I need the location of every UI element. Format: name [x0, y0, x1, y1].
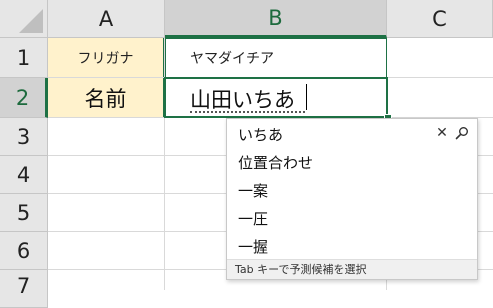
- cell-a2-text: 名前: [84, 86, 127, 111]
- row-header-6[interactable]: 6: [0, 232, 48, 270]
- ime-composition-text: 山田いちあ: [190, 88, 295, 112]
- select-all-triangle-icon: [19, 9, 43, 33]
- ime-composition-underline: [190, 111, 305, 113]
- row-header-3[interactable]: 3: [0, 118, 48, 156]
- column-header-a[interactable]: A: [48, 0, 165, 38]
- row-header-4[interactable]: 4: [0, 156, 48, 194]
- select-all-corner[interactable]: [0, 0, 48, 38]
- candidate-item[interactable]: 一圧: [238, 207, 268, 231]
- candidate-item[interactable]: いちあ: [238, 123, 283, 147]
- row-header-7[interactable]: 7: [0, 270, 48, 308]
- candidate-item[interactable]: 一案: [238, 179, 268, 203]
- cell-b1-text: ヤマダイチア: [190, 51, 274, 67]
- row-header-2[interactable]: 2: [0, 78, 48, 118]
- cell-a1[interactable]: フリガナ: [48, 38, 164, 77]
- row-header-5[interactable]: 5: [0, 194, 48, 232]
- popup-icon-group: ✕: [435, 125, 469, 141]
- cell-a1-text: フリガナ: [77, 50, 134, 67]
- candidate-item[interactable]: 位置合わせ: [238, 151, 313, 175]
- cell-a2[interactable]: 名前: [48, 78, 164, 117]
- spreadsheet: A B C 1 2 3 4 5 6 7 フリガナ 名前 ヤマダイチア 山田いちあ…: [0, 0, 493, 308]
- text-cursor: [306, 84, 307, 110]
- column-header-b[interactable]: B: [165, 0, 387, 38]
- close-icon[interactable]: ✕: [435, 125, 449, 141]
- ime-candidate-popup: いちあ 位置合わせ 一案 一圧 一握 ✕ Tab キーで予測候補を選択: [226, 118, 478, 280]
- row-header-1[interactable]: 1: [0, 38, 48, 78]
- cell-b1-content: ヤマダイチア: [190, 38, 380, 78]
- popup-footer-hint: Tab キーで予測候補を選択: [227, 259, 477, 279]
- candidate-item[interactable]: 一握: [238, 235, 268, 259]
- search-icon[interactable]: [455, 126, 469, 140]
- column-header-c[interactable]: C: [387, 0, 493, 38]
